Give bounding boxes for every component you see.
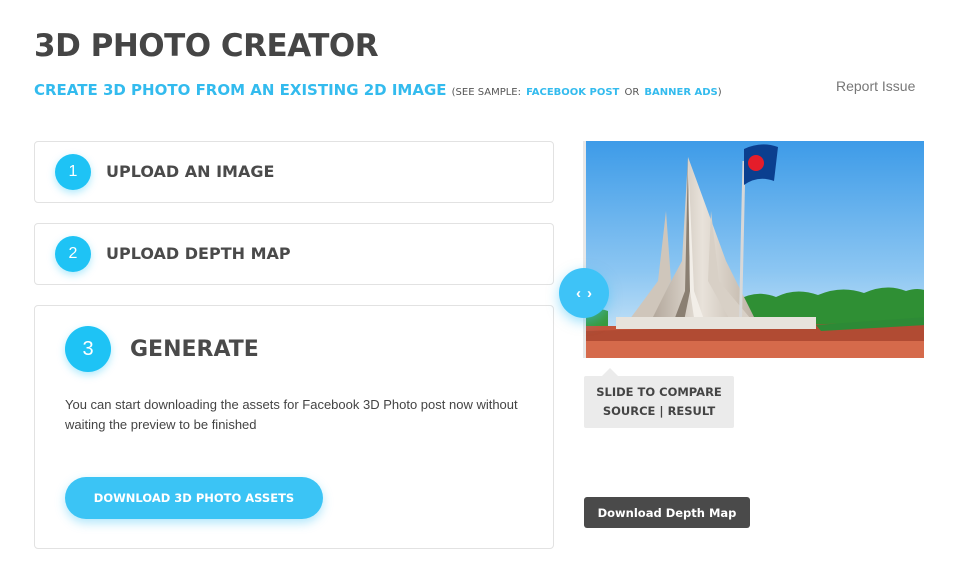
- page-subtitle: CREATE 3D PHOTO FROM AN EXISTING 2D IMAG…: [34, 80, 722, 99]
- tooltip-line: SOURCE | RESULT: [602, 404, 716, 418]
- step-label: UPLOAD AN IMAGE: [106, 162, 275, 181]
- generate-description: You can start downloading the assets for…: [65, 397, 518, 432]
- subtitle-text: CREATE 3D PHOTO FROM AN EXISTING 2D IMAG…: [34, 81, 447, 99]
- sample-prefix: (SEE SAMPLE:: [451, 87, 521, 98]
- compare-slider-handle[interactable]: ‹ ›: [559, 268, 609, 318]
- step-number-badge: 1: [55, 154, 91, 190]
- generate-step: 3 GENERATE You can start downloading the…: [34, 305, 554, 549]
- step-label: UPLOAD DEPTH MAP: [106, 244, 291, 263]
- download-depth-map-button[interactable]: Download Depth Map: [584, 497, 750, 528]
- page-title: 3D PHOTO CREATOR: [34, 28, 379, 64]
- report-issue-link[interactable]: Report Issue: [836, 78, 915, 94]
- sample-suffix: ): [717, 87, 722, 98]
- chevron-left-icon: ‹: [576, 284, 581, 302]
- chevron-right-icon: ›: [587, 284, 592, 302]
- facebook-post-sample-link[interactable]: FACEBOOK POST: [526, 87, 619, 98]
- upload-depth-map-step[interactable]: 2 UPLOAD DEPTH MAP: [34, 223, 554, 285]
- sample-or: OR: [624, 87, 640, 98]
- preview-image: [583, 141, 924, 358]
- tooltip-arrow: [602, 368, 618, 376]
- step-label: GENERATE: [130, 337, 259, 362]
- banner-ads-sample-link[interactable]: BANNER ADS: [644, 87, 717, 98]
- step-number-badge: 3: [65, 326, 111, 372]
- step-number-badge: 2: [55, 236, 91, 272]
- upload-image-step[interactable]: 1 UPLOAD AN IMAGE: [34, 141, 554, 203]
- monument-photo: [586, 141, 924, 358]
- tooltip-line: SLIDE TO COMPARE: [596, 385, 722, 399]
- download-3d-photo-assets-button[interactable]: DOWNLOAD 3D PHOTO ASSETS: [65, 477, 323, 519]
- compare-tooltip: SLIDE TO COMPARE SOURCE | RESULT: [584, 376, 734, 428]
